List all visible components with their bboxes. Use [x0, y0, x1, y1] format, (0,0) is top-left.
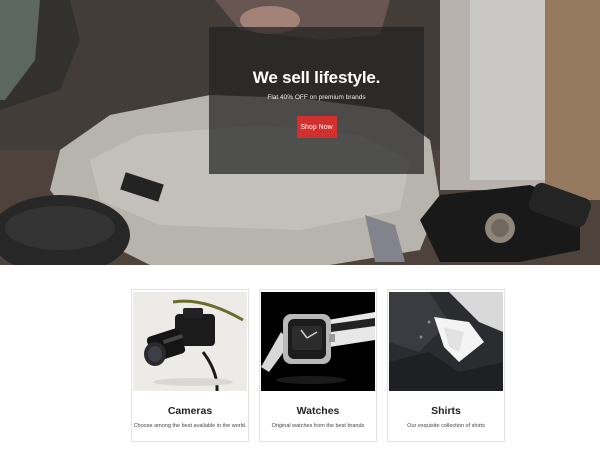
shirt-image[interactable] [389, 292, 503, 391]
card-title: Shirts [431, 405, 461, 417]
product-card-cameras[interactable]: Cameras Choose among the best available … [131, 289, 249, 442]
camera-image[interactable] [133, 292, 247, 391]
card-title: Cameras [167, 405, 213, 417]
card-description: Choose among the best available in the w… [133, 423, 247, 429]
card-title: Watches [296, 405, 340, 417]
card-description: Our exquisite collection of shirts [407, 423, 485, 429]
product-card-watches[interactable]: Watches Original watches from the best b… [259, 289, 377, 442]
card-description: Original watches from the best brands [271, 423, 365, 429]
product-categories: Cameras Choose among the best available … [131, 289, 505, 442]
hero-subtitle: Flat 40% OFF on premium brands [267, 94, 366, 101]
hero-title: We sell lifestyle. [252, 68, 381, 87]
product-card-shirts[interactable]: Shirts Our exquisite collection of shirt… [387, 289, 505, 442]
shop-now-button[interactable]: Shop Now [296, 116, 337, 138]
watch-image[interactable] [261, 292, 375, 391]
hero-banner: We sell lifestyle. Flat 40% OFF on premi… [0, 0, 600, 265]
hero-overlay-panel: We sell lifestyle. Flat 40% OFF on premi… [209, 27, 424, 174]
